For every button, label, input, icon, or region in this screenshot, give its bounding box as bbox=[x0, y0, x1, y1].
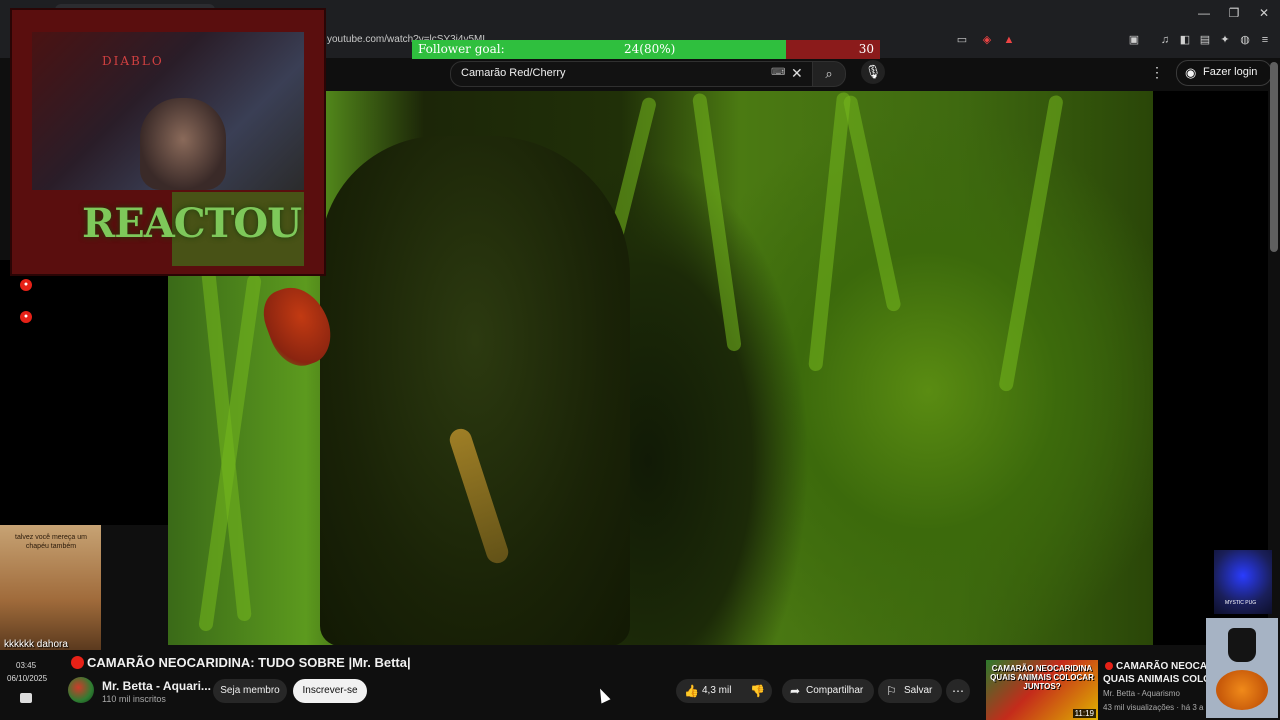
follower-goal-bar: Follower goal: 24(80%) 30 bbox=[412, 40, 880, 59]
vpn-icon[interactable]: ◍ bbox=[1238, 33, 1252, 47]
search-icon: ⌕ bbox=[825, 66, 833, 81]
recommended-thumbnail[interactable]: CAMARÃO NEOCARIDINA QUAIS ANIMAIS COLOCA… bbox=[986, 660, 1098, 720]
thumbnail-title: CAMARÃO NEOCARIDINA QUAIS ANIMAIS COLOCA… bbox=[990, 664, 1094, 691]
wallet-icon[interactable]: ▤ bbox=[1198, 33, 1212, 47]
join-button[interactable]: Seja membro bbox=[213, 679, 287, 703]
ai-icon[interactable]: ✦ bbox=[1218, 33, 1232, 47]
share-label: Compartilhar bbox=[806, 685, 864, 696]
channel-avatar[interactable] bbox=[68, 677, 94, 703]
music-icon[interactable]: ♫ bbox=[1158, 33, 1172, 47]
live-icon bbox=[1105, 662, 1113, 670]
webcam-overlay: DIABLO REACTOU bbox=[10, 8, 326, 276]
cat-icon bbox=[1228, 628, 1256, 662]
wizard-overlay-label: MYSTIC PUG bbox=[1225, 600, 1257, 606]
like-dislike-group: 👍 4,3 mil 👎 bbox=[676, 679, 772, 703]
live-icon bbox=[71, 656, 84, 669]
like-count[interactable]: 4,3 mil bbox=[702, 685, 731, 696]
follower-goal-label: Follower goal: bbox=[418, 42, 505, 56]
like-icon[interactable]: 👍 bbox=[684, 684, 699, 698]
login-label: Fazer login bbox=[1203, 66, 1258, 78]
live-indicator-icon[interactable]: ● bbox=[20, 311, 32, 323]
webcam-feed: DIABLO bbox=[32, 32, 304, 190]
meme-caption: talvez você mereça um chapéu também bbox=[15, 534, 87, 550]
recommended-meta: 43 mil visualizações · há 3 a bbox=[1103, 703, 1204, 712]
search-query: Camarão Red/Cherry bbox=[461, 67, 566, 79]
save-label: Salvar bbox=[904, 685, 933, 696]
login-button[interactable]: ◉ Fazer login bbox=[1176, 60, 1272, 86]
search-input[interactable]: Camarão Red/Cherry ⌨ ✕ bbox=[450, 61, 814, 87]
channel-name[interactable]: Mr. Betta - Aquari... bbox=[102, 679, 211, 693]
minimize-icon[interactable]: — bbox=[1196, 6, 1212, 20]
page-scrollbar[interactable] bbox=[1270, 62, 1278, 252]
account-icon: ◉ bbox=[1185, 65, 1197, 80]
shield-icon[interactable]: ◈ bbox=[980, 33, 994, 47]
cast-icon[interactable]: ▭ bbox=[955, 33, 969, 47]
clear-search-icon[interactable]: ✕ bbox=[791, 65, 803, 82]
video-title: CAMARÃO NEOCARIDINA: TUDO SOBRE |Mr. Bet… bbox=[87, 655, 411, 670]
follower-goal-current: 24(80%) bbox=[624, 42, 676, 56]
share-button[interactable]: ➦ Compartilhar bbox=[782, 679, 874, 703]
recommended-channel[interactable]: Mr. Betta - Aquarismo bbox=[1103, 689, 1180, 698]
wizard-overlay: MYSTIC PUG bbox=[1214, 550, 1272, 614]
close-window-icon[interactable]: ✕ bbox=[1256, 6, 1272, 20]
chat-message: kkkkkk dahora bbox=[4, 639, 68, 650]
more-options-icon[interactable]: ⋮ bbox=[1150, 64, 1164, 81]
left-rail bbox=[0, 260, 168, 525]
live-indicator-icon[interactable]: ● bbox=[20, 279, 32, 291]
more-actions-button[interactable]: ⋯ bbox=[946, 679, 970, 703]
subscribe-button[interactable]: Inscrever-se bbox=[293, 679, 367, 703]
menu-icon[interactable]: ≡ bbox=[1258, 33, 1272, 47]
mouse-cursor bbox=[595, 686, 611, 704]
chat-icon[interactable] bbox=[20, 693, 32, 703]
cat-pumpkin-overlay bbox=[1206, 618, 1278, 718]
maximize-icon[interactable]: ❐ bbox=[1226, 6, 1242, 20]
dislike-icon[interactable]: 👎 bbox=[750, 684, 765, 698]
rewards-icon[interactable]: ▲ bbox=[1002, 33, 1016, 47]
search-button[interactable]: ⌕ bbox=[812, 61, 846, 87]
screenshot-icon[interactable]: ▣ bbox=[1127, 33, 1141, 47]
subscriber-count: 110 mil inscritos bbox=[102, 694, 166, 704]
moss-log bbox=[320, 136, 630, 645]
reactou-logo: REACTOU bbox=[82, 200, 302, 247]
video-duration: 11:19 bbox=[1072, 709, 1096, 718]
clock-date: 06/10/2025 bbox=[7, 674, 48, 683]
voice-search-button[interactable]: 🎙 bbox=[861, 60, 885, 84]
pumpkin-icon bbox=[1216, 670, 1268, 710]
bookmark-icon: ⚐ bbox=[886, 684, 897, 698]
poster-logo: DIABLO bbox=[102, 54, 164, 68]
keyboard-icon[interactable]: ⌨ bbox=[771, 67, 785, 78]
save-button[interactable]: ⚐ Salvar bbox=[878, 679, 942, 703]
clock-time: 03:45 bbox=[16, 661, 37, 670]
sidebar-icon[interactable]: ◧ bbox=[1178, 33, 1192, 47]
share-icon: ➦ bbox=[790, 684, 801, 698]
microphone-icon: 🎙 bbox=[864, 64, 882, 79]
follower-goal-target: 30 bbox=[858, 42, 874, 56]
streamer bbox=[140, 98, 226, 190]
meme-overlay: talvez você mereça um chapéu também kkkk… bbox=[0, 525, 101, 650]
more-horizontal-icon: ⋯ bbox=[952, 684, 964, 698]
